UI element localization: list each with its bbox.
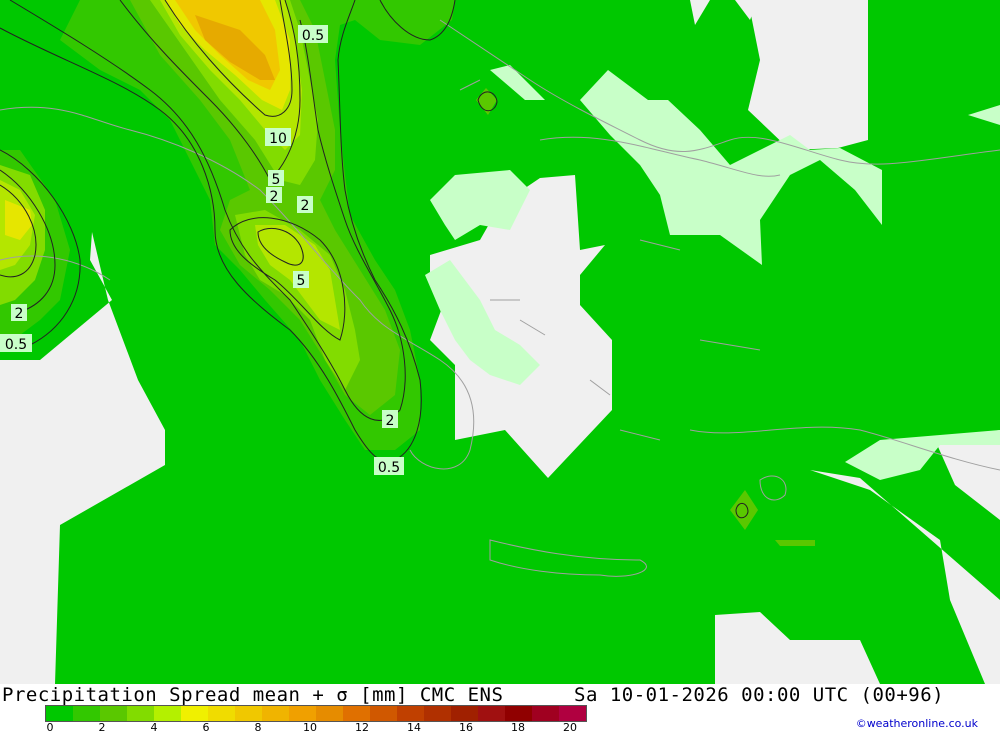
svg-text:0.5: 0.5 <box>5 337 27 353</box>
legend-swatch <box>289 706 316 721</box>
map-title: Precipitation Spread mean + σ [mm] CMC E… <box>2 684 504 706</box>
legend-tick-label: 4 <box>150 721 158 734</box>
svg-text:0.5: 0.5 <box>378 460 400 476</box>
legend-swatch <box>127 706 154 721</box>
contour-label: 2 <box>382 410 398 429</box>
forecast-datetime: Sa 10-01-2026 00:00 UTC (00+96) <box>574 684 945 706</box>
legend-swatch <box>559 706 586 721</box>
contour-label: 5 <box>268 170 284 188</box>
legend-swatch <box>478 706 505 721</box>
svg-text:0.5: 0.5 <box>302 28 324 44</box>
legend-swatch <box>46 706 73 721</box>
legend-tick-label: 10 <box>303 721 317 734</box>
svg-text:10: 10 <box>269 131 287 147</box>
svg-text:2: 2 <box>270 189 279 205</box>
legend-tick-label: 14 <box>407 721 421 734</box>
legend-swatch <box>73 706 100 721</box>
legend-tick-label: 0 <box>46 721 54 734</box>
legend-swatch <box>262 706 289 721</box>
legend-swatch <box>235 706 262 721</box>
svg-text:5: 5 <box>272 172 281 188</box>
credit-link[interactable]: ©weatheronline.co.uk <box>856 717 978 730</box>
precipitation-map: 0.5 10 5 2 2 5 2 0.5 2 0.5 <box>0 0 1000 684</box>
contour-label: 5 <box>293 271 309 289</box>
contour-label: 10 <box>265 128 291 147</box>
contour-label: 2 <box>266 187 282 205</box>
legend-tick-label: 20 <box>563 721 577 734</box>
contour-label: 2 <box>11 304 27 322</box>
map-footer: Precipitation Spread mean + σ [mm] CMC E… <box>0 684 1000 734</box>
legend-swatch <box>424 706 451 721</box>
legend-swatch <box>343 706 370 721</box>
legend-swatch <box>370 706 397 721</box>
svg-text:2: 2 <box>15 306 24 322</box>
legend-swatch <box>181 706 208 721</box>
legend-tick-label: 6 <box>202 721 210 734</box>
contour-label: 0.5 <box>0 334 32 353</box>
legend-swatch <box>154 706 181 721</box>
contour-label: 2 <box>297 196 313 214</box>
legend-swatch <box>451 706 478 721</box>
legend-tick-label: 18 <box>511 721 525 734</box>
legend-swatch <box>100 706 127 721</box>
legend-swatch <box>397 706 424 721</box>
svg-text:2: 2 <box>386 413 395 429</box>
legend-tick-label: 16 <box>459 721 473 734</box>
legend-swatch <box>208 706 235 721</box>
contour-label: 0.5 <box>374 457 404 476</box>
svg-text:5: 5 <box>297 273 306 289</box>
svg-text:2: 2 <box>301 198 310 214</box>
legend-colorbar <box>45 705 587 722</box>
legend-swatch <box>505 706 532 721</box>
legend-tick-label: 12 <box>355 721 369 734</box>
legend-swatch <box>316 706 343 721</box>
legend-tick-label: 2 <box>98 721 106 734</box>
legend-swatch <box>532 706 559 721</box>
contour-label: 0.5 <box>298 25 328 44</box>
legend-tick-label: 8 <box>254 721 262 734</box>
